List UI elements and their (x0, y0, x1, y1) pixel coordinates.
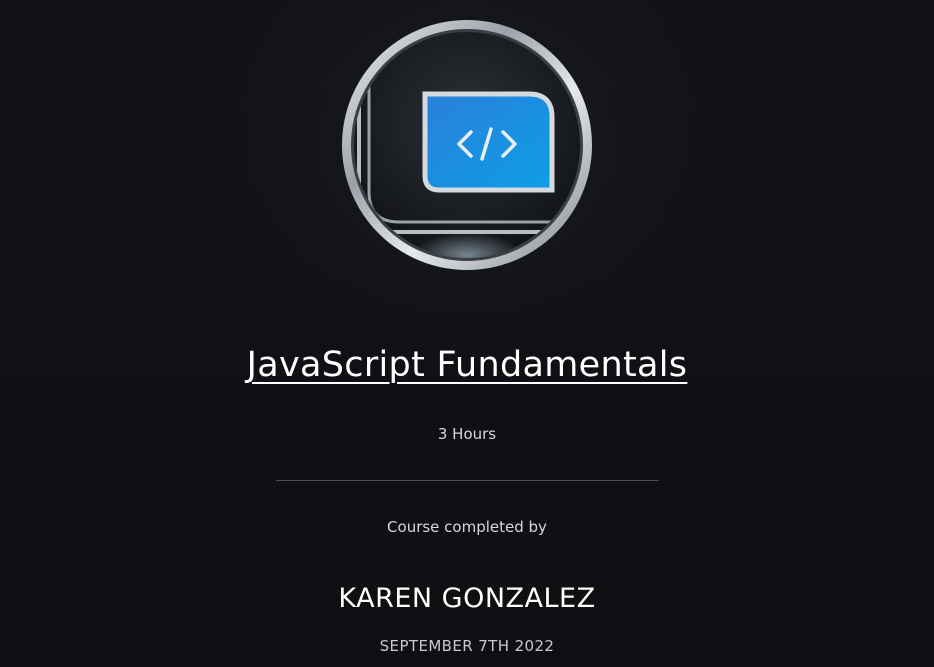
divider (276, 480, 659, 481)
recipient-name: KAREN GONZALEZ (338, 583, 596, 614)
certificate-page: JavaScript Fundamentals 3 Hours Course c… (0, 0, 934, 667)
badge-graphic (342, 20, 592, 270)
completion-date: SEPTEMBER 7TH 2022 (379, 637, 555, 655)
course-title-link[interactable]: JavaScript Fundamentals (247, 345, 688, 385)
completed-by-label: Course completed by (387, 518, 547, 536)
course-duration: 3 Hours (437, 425, 497, 443)
course-title: JavaScript Fundamentals (0, 343, 934, 387)
course-badge (339, 17, 595, 273)
